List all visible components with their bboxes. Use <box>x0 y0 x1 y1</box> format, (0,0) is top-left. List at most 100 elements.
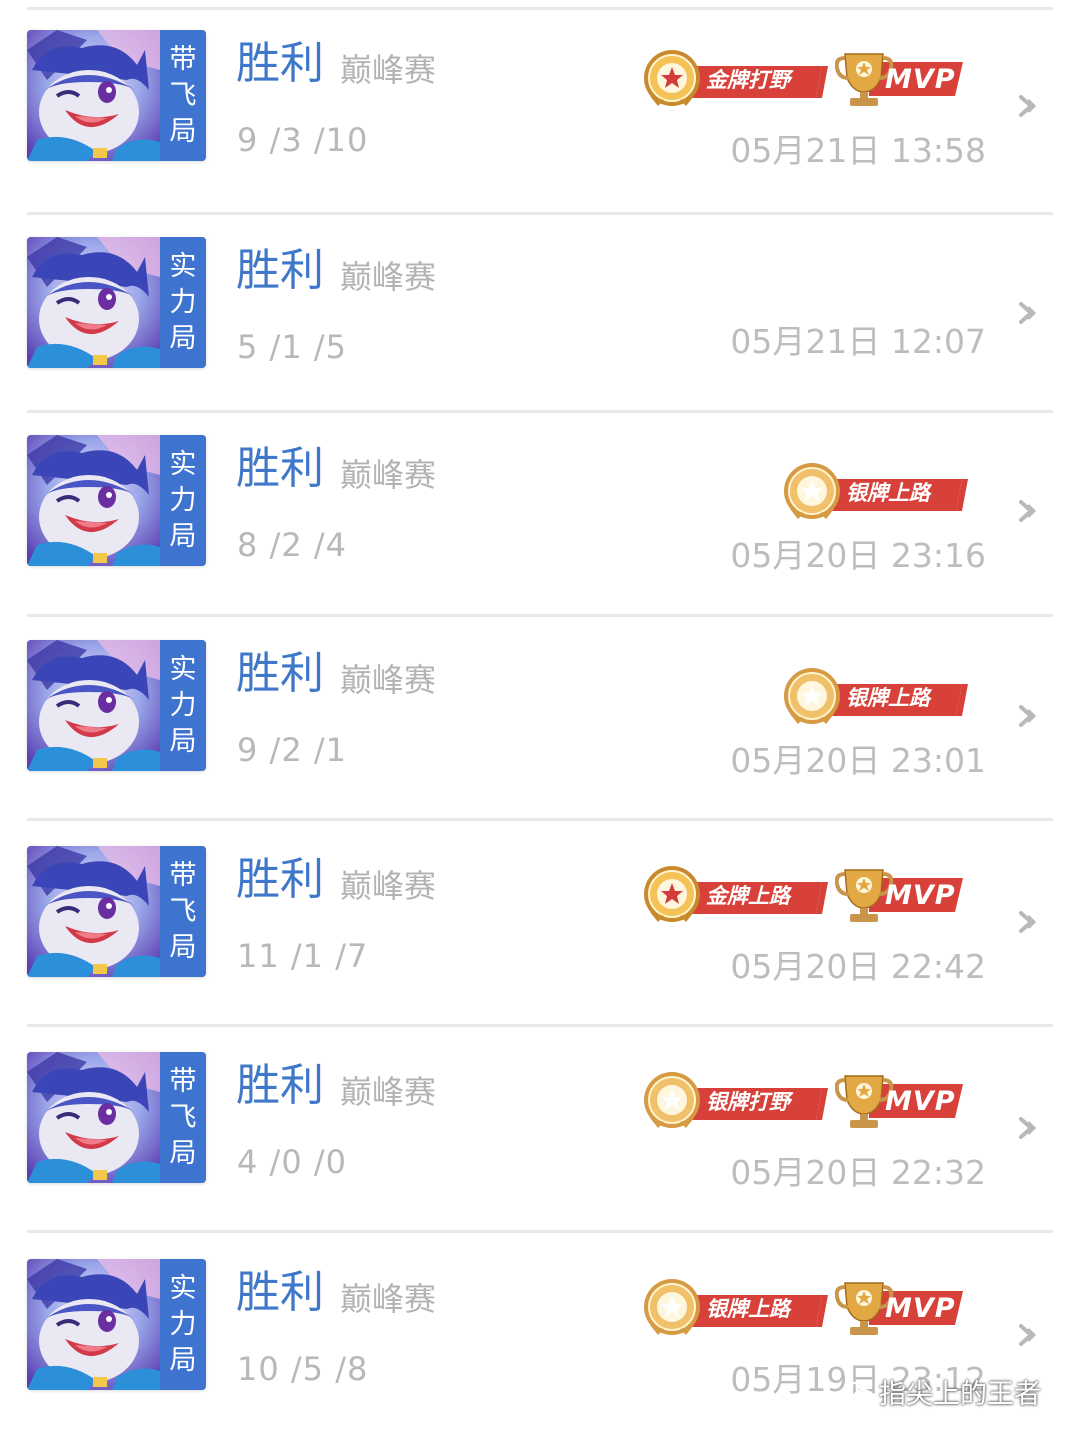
performance-tag: 带 飞 局 <box>160 30 206 161</box>
tag-char: 局 <box>169 115 197 147</box>
silver-medal-badge: 银牌打野 <box>640 1070 830 1130</box>
mvp-badge: MVP <box>835 1070 965 1130</box>
hero-portrait <box>27 1259 160 1390</box>
tag-char: 局 <box>169 931 197 963</box>
kda: 9 /3 /10 <box>237 121 369 159</box>
row-divider <box>27 1024 1053 1027</box>
hero-portrait <box>27 640 160 771</box>
match-time: 05月21日 13:58 <box>730 131 986 170</box>
game-mode: 巅峰赛 <box>340 51 437 89</box>
tag-char: 力 <box>169 1308 197 1340</box>
match-time: 05月20日 22:42 <box>730 947 986 986</box>
match-row[interactable]: 实 力 局 胜利 巅峰赛 5 /1 /5 05月21日 12:07 <box>0 237 1080 397</box>
row-divider <box>27 818 1053 821</box>
match-result: 胜利 <box>236 245 324 296</box>
medal-label: 银牌上路 <box>846 481 930 505</box>
chevron-right-icon[interactable] <box>1017 299 1041 327</box>
tag-char: 带 <box>169 43 197 75</box>
kda: 10 /5 /8 <box>237 1350 369 1388</box>
match-result: 胜利 <box>236 648 324 699</box>
performance-tag: 带 飞 局 <box>160 1052 206 1183</box>
hero-portrait <box>27 1052 160 1183</box>
tag-char: 局 <box>169 520 197 552</box>
silver-medal-badge: 银牌上路 <box>640 1277 830 1337</box>
hero-portrait <box>27 846 160 977</box>
hero-portrait <box>27 435 160 566</box>
tag-char: 局 <box>169 322 197 354</box>
mvp-label: MVP <box>885 880 956 911</box>
performance-tag: 实 力 局 <box>160 237 206 368</box>
medal-label: 银牌打野 <box>706 1090 790 1114</box>
match-result: 胜利 <box>236 443 324 494</box>
chevron-right-icon[interactable] <box>1017 1321 1041 1349</box>
tag-char: 局 <box>169 1137 197 1169</box>
hero-thumbnail: 实 力 局 <box>27 237 206 368</box>
match-time: 05月20日 23:16 <box>730 536 986 575</box>
silver-medal-badge: 银牌上路 <box>780 461 970 521</box>
game-mode: 巅峰赛 <box>340 1073 437 1111</box>
match-result: 胜利 <box>236 1267 324 1318</box>
performance-tag: 实 力 局 <box>160 435 206 566</box>
tag-char: 实 <box>169 1272 197 1304</box>
game-mode: 巅峰赛 <box>340 867 437 905</box>
kda: 4 /0 /0 <box>237 1143 347 1181</box>
match-row[interactable]: 带 飞 局 胜利 巅峰赛 11 /1 /7 05月20日 22:42 金牌上路 <box>0 846 1080 1006</box>
match-row[interactable]: 实 力 局 胜利 巅峰赛 8 /2 /4 05月20日 23:16 银牌上路 <box>0 435 1080 595</box>
wechat-icon <box>843 1381 873 1406</box>
performance-tag: 实 力 局 <box>160 640 206 771</box>
chevron-right-icon[interactable] <box>1017 908 1041 936</box>
mvp-badge: MVP <box>835 864 965 924</box>
row-divider <box>27 212 1053 215</box>
chevron-right-icon[interactable] <box>1017 1114 1041 1142</box>
medal-label: 银牌上路 <box>706 1297 790 1321</box>
hero-portrait <box>27 237 160 368</box>
hero-thumbnail: 带 飞 局 <box>27 846 206 977</box>
kda: 8 /2 /4 <box>237 526 347 564</box>
tag-char: 飞 <box>169 1101 197 1133</box>
watermark-text: 指尖上的王者 <box>879 1379 1041 1410</box>
game-mode: 巅峰赛 <box>340 661 437 699</box>
match-row[interactable]: 带 飞 局 胜利 巅峰赛 9 /3 /10 05月21日 13:58 金牌打野 <box>0 30 1080 190</box>
row-divider <box>27 410 1053 413</box>
tag-char: 局 <box>169 1344 197 1376</box>
kda: 5 /1 /5 <box>237 328 347 366</box>
silver-medal-badge: 银牌上路 <box>780 666 970 726</box>
match-time: 05月20日 23:01 <box>730 741 986 780</box>
mvp-label: MVP <box>885 64 956 95</box>
kda: 9 /2 /1 <box>237 731 347 769</box>
gold-medal-badge: 金牌上路 <box>640 864 830 924</box>
medal-label: 金牌打野 <box>706 68 790 92</box>
match-result: 胜利 <box>236 854 324 905</box>
hero-thumbnail: 实 力 局 <box>27 1259 206 1390</box>
chevron-right-icon[interactable] <box>1017 92 1041 120</box>
chevron-right-icon[interactable] <box>1017 497 1041 525</box>
medal-label: 金牌上路 <box>706 884 790 908</box>
kda: 11 /1 /7 <box>237 937 369 975</box>
game-mode: 巅峰赛 <box>340 258 437 296</box>
mvp-badge: MVP <box>835 48 965 108</box>
row-divider <box>27 614 1053 617</box>
tag-char: 带 <box>169 1065 197 1097</box>
hero-thumbnail: 带 飞 局 <box>27 1052 206 1183</box>
watermark: 指尖上的王者 <box>843 1372 1041 1411</box>
match-row[interactable]: 带 飞 局 胜利 巅峰赛 4 /0 /0 05月20日 22:32 银牌打野 M… <box>0 1052 1080 1212</box>
tag-char: 飞 <box>169 895 197 927</box>
match-result: 胜利 <box>236 1060 324 1111</box>
tag-char: 飞 <box>169 79 197 111</box>
chevron-right-icon[interactable] <box>1017 702 1041 730</box>
gold-medal-badge: 金牌打野 <box>640 48 830 108</box>
match-row[interactable]: 实 力 局 胜利 巅峰赛 9 /2 /1 05月20日 23:01 银牌上路 <box>0 640 1080 800</box>
tag-char: 力 <box>169 286 197 318</box>
match-result: 胜利 <box>236 38 324 89</box>
tag-char: 局 <box>169 725 197 757</box>
tag-char: 带 <box>169 859 197 891</box>
game-mode: 巅峰赛 <box>340 456 437 494</box>
mvp-badge: MVP <box>835 1277 965 1337</box>
hero-thumbnail: 实 力 局 <box>27 435 206 566</box>
row-divider <box>27 7 1053 10</box>
mvp-label: MVP <box>885 1086 956 1117</box>
tag-char: 力 <box>169 484 197 516</box>
row-divider <box>27 1230 1053 1233</box>
mvp-label: MVP <box>885 1293 956 1324</box>
performance-tag: 实 力 局 <box>160 1259 206 1390</box>
